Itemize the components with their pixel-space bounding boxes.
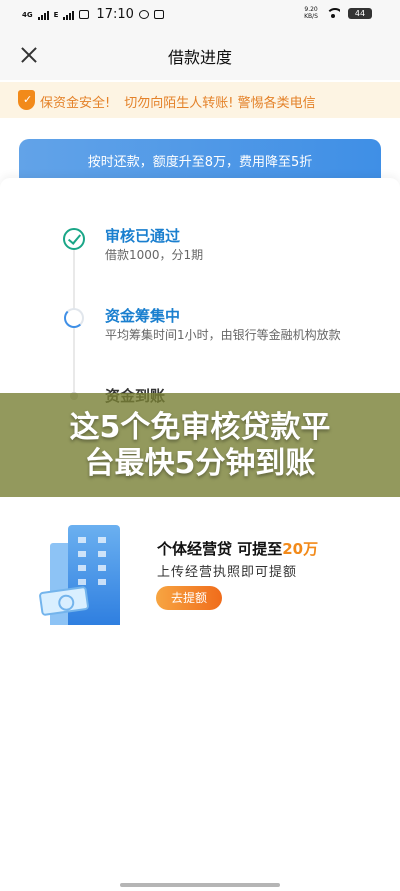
signal-icon-2 <box>63 10 75 20</box>
step-desc-funding: 平均筹集时间1小时，由银行等金融机构放款 <box>105 328 341 342</box>
building-icon <box>38 525 132 625</box>
step-desc-approved: 借款1000，分1期 <box>105 248 204 262</box>
network-speed-value: 9.20 <box>304 6 318 13</box>
check-icon <box>63 228 85 250</box>
status-bar-right: 9.20 KB/S 44 <box>304 6 372 20</box>
notice-text-1: 保资金安全! <box>40 96 111 111</box>
notice-text: 保资金安全! 切勿向陌生人转账! 警惕各类电信 <box>40 92 316 111</box>
overlay-title-line-2: 台最快5分钟到账 <box>84 446 316 481</box>
promo-banner-text: 按时还款，额度升至8万，费用降至5折 <box>87 155 313 170</box>
network-type-2: E <box>53 10 59 19</box>
promo-title-prefix: 个体经营贷 可提至 <box>157 540 283 558</box>
security-notice-bar: ✓ 保资金安全! 切勿向陌生人转账! 警惕各类电信 <box>0 82 400 118</box>
step-title-funding: 资金筹集中 <box>105 307 181 325</box>
signal-icon <box>37 10 49 20</box>
promo-title: 个体经营贷 可提至20万 <box>157 538 318 559</box>
loading-spinner-icon <box>64 308 84 328</box>
nav-header: 借款进度 <box>0 30 400 80</box>
step-title-approved: 审核已通过 <box>105 227 181 245</box>
wechat-icon <box>138 10 149 19</box>
page-title: 借款进度 <box>167 48 232 67</box>
promo-desc: 上传经营执照即可提额 <box>157 565 298 580</box>
clock: 17:10 <box>96 7 134 22</box>
network-speed: 9.20 KB/S <box>304 6 318 20</box>
article-title-overlay: 这5个免审核贷款平 台最快5分钟到账 <box>0 393 400 497</box>
shield-icon: ✓ <box>18 90 35 110</box>
notice-text-2: 切勿向陌生人转账! 警惕各类电信 <box>124 96 316 111</box>
promo-amount: 20万 <box>282 540 319 558</box>
overlay-title-line-1: 这5个免审核贷款平 <box>69 410 331 445</box>
battery-icon: 44 <box>348 7 372 19</box>
status-bar: 4G E 17:10 9.20 KB/S 44 <box>0 0 400 30</box>
wifi-icon <box>326 8 340 18</box>
notification-icon <box>79 10 90 19</box>
promo-banner[interactable]: 按时还款，额度升至8万，费用降至5折 <box>19 139 381 179</box>
network-speed-unit: KB/S <box>304 13 318 20</box>
app-notification-icon <box>153 10 164 19</box>
overlay-title: 这5个免审核贷款平 台最快5分钟到账 <box>0 410 400 482</box>
status-bar-left: 4G E 17:10 <box>22 7 164 22</box>
raise-limit-button[interactable]: 去提额 <box>156 586 222 610</box>
network-type-1: 4G <box>22 10 33 19</box>
home-indicator[interactable] <box>120 883 280 887</box>
